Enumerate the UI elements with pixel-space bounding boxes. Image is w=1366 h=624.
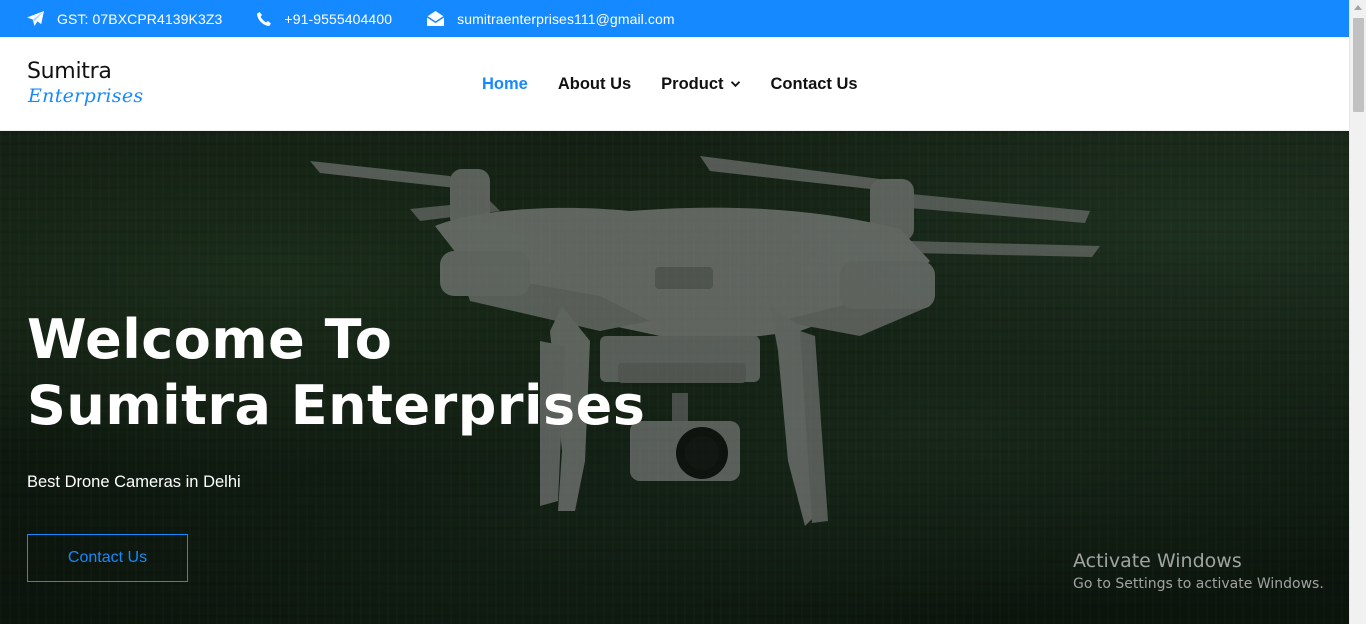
nav-home[interactable]: Home xyxy=(482,75,528,94)
logo-line-2: Enterprises xyxy=(28,85,144,107)
gst-text: GST: 07BXCPR4139K3Z3 xyxy=(57,10,223,27)
email-info[interactable]: sumitraenterprises111@gmail.com xyxy=(426,10,675,27)
phone-icon xyxy=(257,11,272,26)
scroll-up-arrow-icon[interactable] xyxy=(1354,5,1362,10)
top-info-bar: GST: 07BXCPR4139K3Z3 +91-9555404400 sumi… xyxy=(0,0,1349,37)
phone-info[interactable]: +91-9555404400 xyxy=(256,11,392,27)
scrollbar-thumb[interactable] xyxy=(1353,18,1364,112)
gst-info: GST: 07BXCPR4139K3Z3 xyxy=(26,10,222,27)
activate-windows-watermark: Activate Windows Go to Settings to activ… xyxy=(1073,549,1324,594)
nav-product[interactable]: Product xyxy=(661,75,740,94)
nav-about-us[interactable]: About Us xyxy=(558,75,631,94)
main-nav: Home About Us Product Contact Us xyxy=(482,37,888,131)
hero-title: Welcome To Sumitra Enterprises xyxy=(27,307,727,439)
logo-line-1: Sumitra xyxy=(27,59,112,84)
hero-title-line-1: Welcome To xyxy=(27,308,393,371)
chevron-down-icon xyxy=(730,81,740,88)
site-header: Sumitra Enterprises Home About Us Produc… xyxy=(0,37,1349,131)
contact-us-button[interactable]: Contact Us xyxy=(27,534,188,582)
page-scrollbar[interactable] xyxy=(1349,0,1366,624)
nav-contact-us[interactable]: Contact Us xyxy=(771,75,858,94)
site-logo[interactable]: Sumitra Enterprises xyxy=(27,59,144,115)
hero-subtitle: Best Drone Cameras in Delhi xyxy=(27,473,241,491)
watermark-title: Activate Windows xyxy=(1073,550,1242,572)
hero-title-line-2: Sumitra Enterprises xyxy=(27,374,646,437)
paper-plane-icon xyxy=(27,10,44,27)
envelope-open-icon xyxy=(426,10,445,27)
email-text[interactable]: sumitraenterprises111@gmail.com xyxy=(457,11,675,27)
watermark-subtitle: Go to Settings to activate Windows. xyxy=(1073,576,1324,592)
nav-product-label: Product xyxy=(661,74,724,93)
phone-text[interactable]: +91-9555404400 xyxy=(284,11,392,27)
